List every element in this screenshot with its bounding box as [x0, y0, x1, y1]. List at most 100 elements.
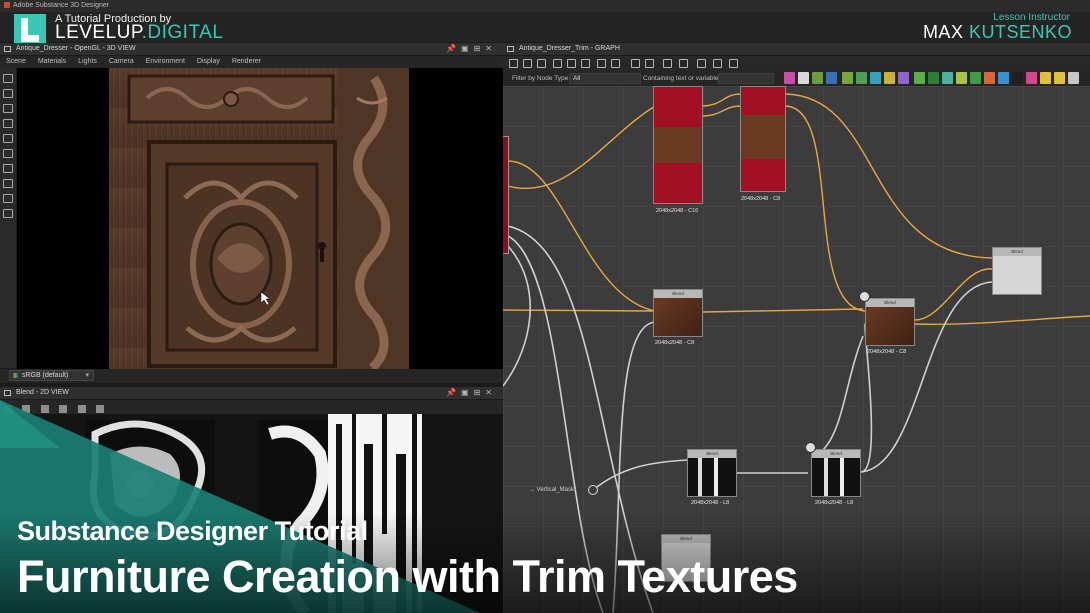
environment-icon[interactable]	[3, 104, 13, 113]
warp-icon[interactable]	[856, 72, 867, 84]
light-icon[interactable]	[3, 89, 13, 98]
menu-renderer[interactable]: Renderer	[232, 58, 261, 65]
snapshot-icon[interactable]	[537, 59, 546, 68]
graph-header: Antique_Dresser_Trim - GRAPH	[503, 43, 1090, 55]
graph-node-input[interactable]	[503, 136, 509, 254]
channel-icon[interactable]	[59, 405, 68, 413]
align-icon[interactable]	[553, 59, 562, 68]
frame-icon[interactable]	[3, 134, 13, 143]
tutorial-subtitle: Substance Designer Tutorial	[17, 516, 368, 546]
graph-node-n6[interactable]: Blend	[687, 449, 737, 497]
panel-controls-2d[interactable]: 📌▣⊞✕	[446, 387, 497, 399]
export-icon[interactable]	[40, 405, 49, 413]
output-icon[interactable]	[998, 72, 1009, 84]
blur-icon[interactable]	[870, 72, 881, 84]
node-n6-resolution: 2048x2048 - L8	[691, 500, 730, 506]
app-icon	[4, 2, 10, 8]
view3d-toolbar	[0, 68, 16, 368]
zoom-icon[interactable]	[611, 59, 620, 68]
graph-node-n4[interactable]: Blend	[865, 298, 915, 346]
screenshot-icon[interactable]	[3, 119, 13, 128]
brand-main: LEVELUP	[55, 22, 142, 43]
document-icon[interactable]	[859, 291, 870, 302]
instructor-first-name: MAX	[922, 22, 964, 42]
graph-icon	[507, 46, 514, 52]
copy-icon[interactable]	[4, 405, 12, 413]
curve-icon[interactable]	[842, 72, 853, 84]
menu-camera[interactable]: Camera	[109, 58, 134, 65]
reorder-icon[interactable]	[645, 59, 654, 68]
view3d-title: Antique_Dresser - OpenGL - 3D VIEW	[16, 45, 136, 52]
paint-icon[interactable]	[697, 59, 706, 68]
input-vertical-mask-label: Vertical_Mask	[536, 487, 575, 493]
dresser-render	[109, 68, 409, 369]
os-title: Adobe Substance 3D Designer	[13, 2, 110, 9]
frame-node-icon[interactable]	[729, 59, 738, 68]
graph-node-n1[interactable]	[653, 86, 703, 204]
filter-select[interactable]: All	[569, 73, 641, 84]
menu-scene[interactable]: Scene	[6, 58, 26, 65]
input-vertical-mask[interactable]: → Vertical_Mask	[529, 487, 574, 493]
stats-icon[interactable]	[3, 209, 13, 218]
menu-environment[interactable]: Environment	[146, 58, 185, 65]
graph-node-n7[interactable]: Blend	[811, 449, 861, 497]
axis-icon[interactable]	[3, 149, 13, 158]
search-icon[interactable]	[597, 59, 606, 68]
save-icon[interactable]	[22, 405, 31, 413]
viewport-3d[interactable]	[17, 68, 503, 369]
graph-node-n5[interactable]: Blend	[992, 247, 1042, 295]
panel-controls[interactable]: 📌▣⊞✕	[446, 43, 497, 55]
svg-icon[interactable]	[1054, 72, 1065, 84]
compare-icon[interactable]	[679, 59, 688, 68]
filter-icon[interactable]	[956, 72, 967, 84]
link-icon[interactable]	[581, 59, 590, 68]
uniform-icon[interactable]	[798, 72, 809, 84]
eye-icon[interactable]	[3, 194, 13, 203]
noise-icon[interactable]	[928, 72, 939, 84]
fx-map-icon[interactable]	[1012, 72, 1023, 84]
colorspace-select[interactable]: sRGB (default)	[9, 370, 94, 381]
bitmap-icon[interactable]	[1068, 72, 1079, 84]
gradient-icon[interactable]	[812, 72, 823, 84]
input-node-icon[interactable]	[588, 485, 598, 495]
mesh-icon[interactable]	[3, 179, 13, 188]
light-node-icon[interactable]	[984, 72, 995, 84]
crop-icon[interactable]	[713, 59, 722, 68]
camera-icon[interactable]	[3, 74, 13, 83]
view2d-header: Blend - 2D VIEW 📌▣⊞✕	[0, 387, 503, 399]
brand-name: LEVELUP.DIGITAL	[55, 22, 223, 44]
node-n7-resolution: 2048x2048 - L8	[815, 500, 854, 506]
graph-node-n2[interactable]	[740, 86, 786, 192]
frame-all-icon[interactable]	[509, 59, 518, 68]
view2d-title: Blend - 2D VIEW	[16, 389, 69, 396]
transform-icon[interactable]	[884, 72, 895, 84]
info-graph-icon[interactable]	[663, 59, 672, 68]
cube-view-icon[interactable]	[3, 164, 13, 173]
node-n1-resolution: 2048x2048 - C16	[656, 208, 699, 214]
shape-icon[interactable]	[898, 72, 909, 84]
atomic-node-icon[interactable]	[784, 72, 795, 84]
pixel-processor-icon[interactable]	[1026, 72, 1037, 84]
image-icon	[4, 390, 11, 396]
instructor-name: MAX KUTSENKO	[923, 22, 1072, 43]
histogram-icon[interactable]	[96, 405, 105, 413]
pin-icon[interactable]	[805, 442, 816, 453]
menu-materials[interactable]: Materials	[38, 58, 66, 65]
node-n4-title: Blend	[866, 299, 914, 307]
menu-lights[interactable]: Lights	[78, 58, 97, 65]
material-icon[interactable]	[942, 72, 953, 84]
contains-input[interactable]	[718, 73, 774, 84]
pattern-icon[interactable]	[914, 72, 925, 84]
pan-icon[interactable]	[523, 59, 532, 68]
os-title-bar: Adobe Substance 3D Designer	[0, 0, 1090, 12]
distribute-icon[interactable]	[567, 59, 576, 68]
connect-icon[interactable]	[631, 59, 640, 68]
info-icon[interactable]	[77, 405, 86, 413]
node-n4-resolution: 2048x2048 - C8	[867, 349, 907, 355]
graph-node-n3[interactable]: Blend	[653, 289, 703, 337]
text-icon[interactable]	[1040, 72, 1051, 84]
graph-title: Antique_Dresser_Trim - GRAPH	[519, 45, 620, 52]
mesh-node-icon[interactable]	[970, 72, 981, 84]
levels-icon[interactable]	[826, 72, 837, 84]
menu-display[interactable]: Display	[197, 58, 220, 65]
